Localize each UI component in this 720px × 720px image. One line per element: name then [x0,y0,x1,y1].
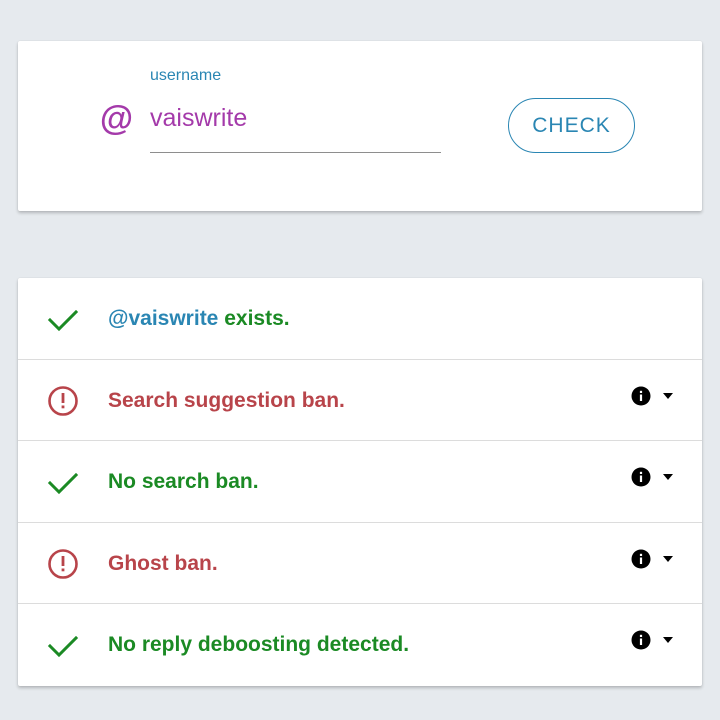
results-card: @vaiswrite exists. Search suggestion ban… [18,278,702,686]
username-input-underline [150,152,441,153]
result-row-ghost-ban[interactable]: Ghost ban. [18,522,702,603]
username-search-card: @ username vaiswrite CHECK [18,41,702,211]
result-exists-suffix: exists. [218,307,290,330]
result-row-exists: @vaiswrite exists. [18,278,702,359]
result-username[interactable]: @vaiswrite [108,307,218,330]
info-icon[interactable] [631,549,651,569]
alert-circle-icon [48,386,78,416]
info-icon[interactable] [631,386,651,406]
check-icon [47,309,79,332]
check-icon [47,472,79,495]
caret-down-icon[interactable] [663,556,673,562]
username-input[interactable]: vaiswrite [150,101,440,135]
result-row-search-suggestion-ban[interactable]: Search suggestion ban. [18,359,702,440]
caret-down-icon[interactable] [663,393,673,399]
result-text-search-suggestion-ban: Search suggestion ban. [108,389,345,412]
alert-circle-icon [48,549,78,579]
caret-down-icon[interactable] [663,474,673,480]
result-text-search-ban: No search ban. [108,470,259,493]
username-field-label: username [150,67,222,84]
result-text-ghost-ban: Ghost ban. [108,552,218,575]
result-text-reply-deboosting: No reply deboosting detected. [108,633,410,656]
at-sign-icon: @ [99,100,133,138]
result-row-reply-deboosting[interactable]: No reply deboosting detected. [18,603,702,684]
result-row-search-ban[interactable]: No search ban. [18,440,702,521]
caret-down-icon[interactable] [663,637,673,643]
check-icon [47,635,79,658]
check-button[interactable]: CHECK [508,98,635,153]
info-icon[interactable] [631,630,651,650]
info-icon[interactable] [631,467,651,487]
result-text-exists: @vaiswrite exists. [108,304,290,334]
